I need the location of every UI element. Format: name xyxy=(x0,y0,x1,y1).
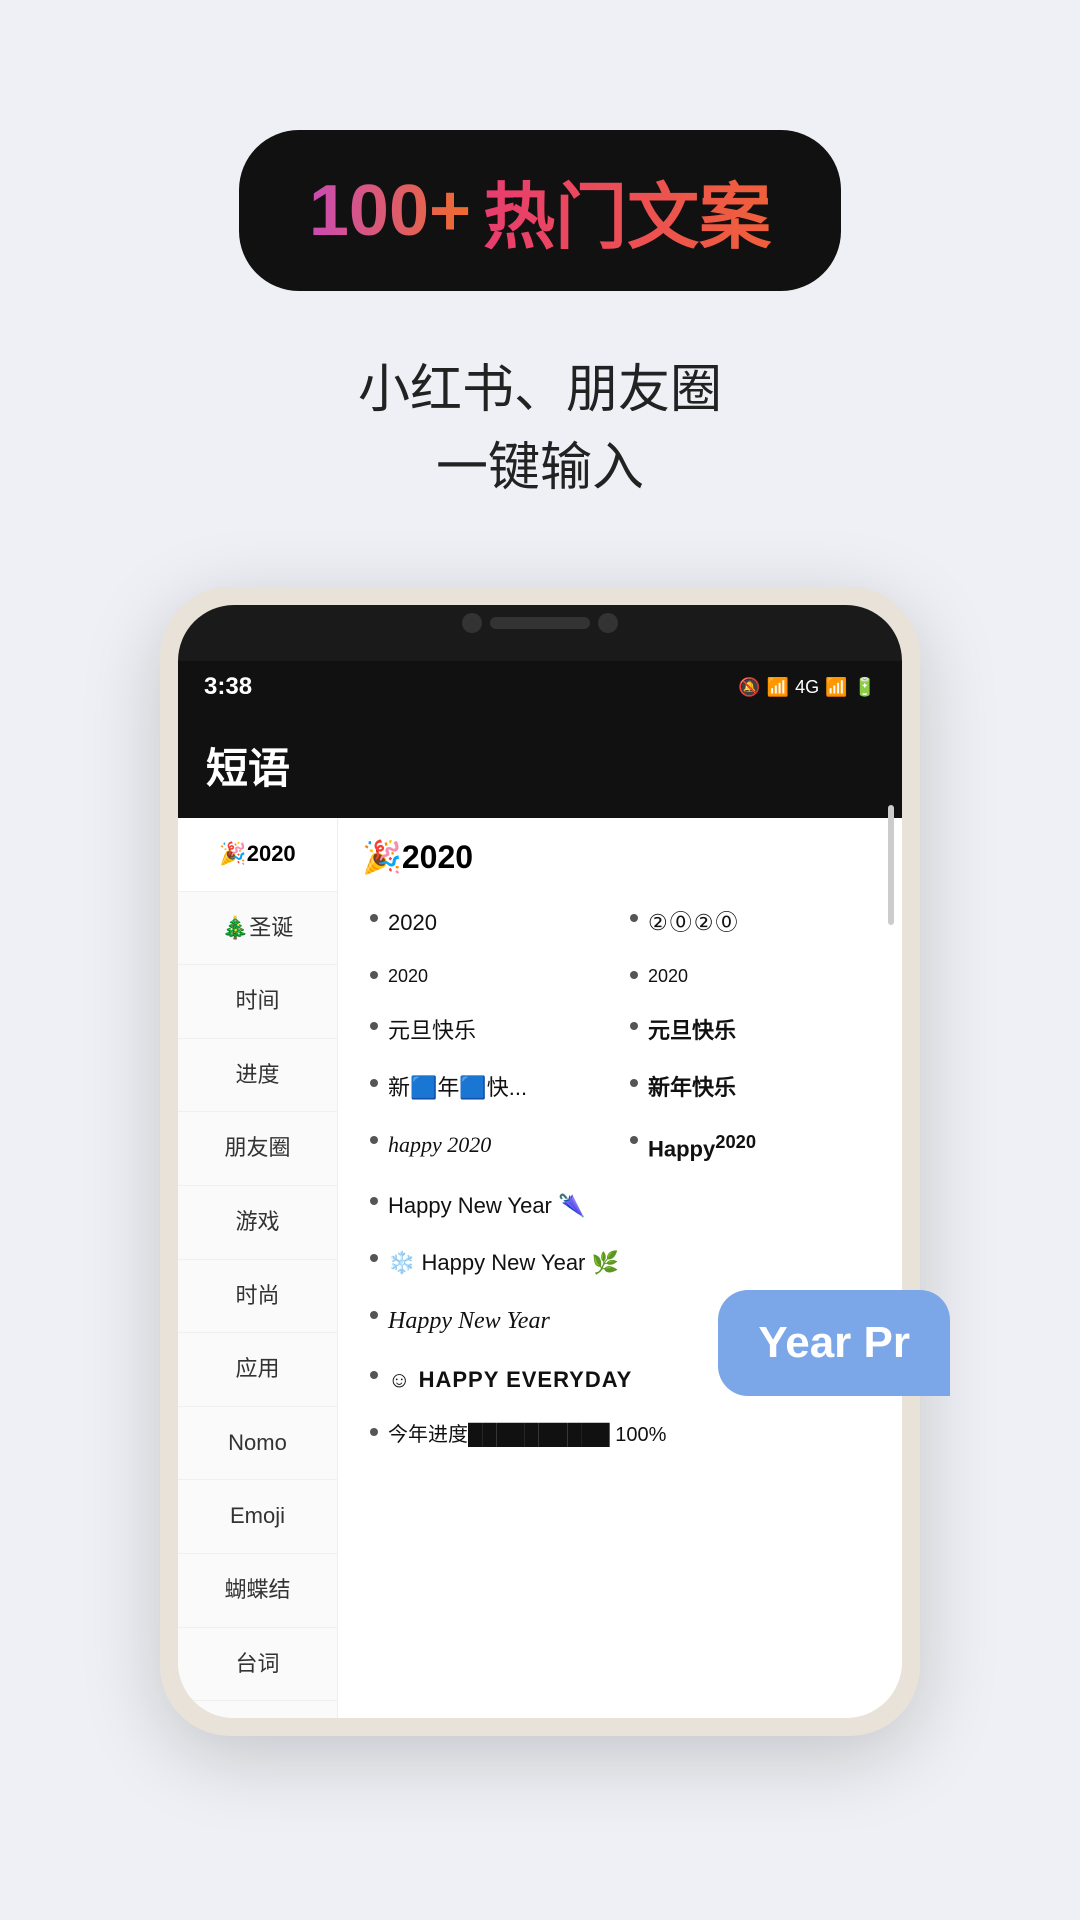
mute-icon: 🔕 xyxy=(738,677,760,698)
list-item[interactable]: 元旦快乐 xyxy=(622,1002,882,1059)
item-text: Happy2020 xyxy=(648,1128,756,1165)
status-time: 3:38 xyxy=(204,673,252,701)
bullet xyxy=(370,1254,378,1262)
wifi-icon: 📶 xyxy=(767,677,789,698)
sidebar-item-time[interactable]: 时间 xyxy=(178,965,337,1039)
tooltip-bubble: Year Pr xyxy=(718,1290,950,1396)
item-text: Happy New Year xyxy=(388,1303,550,1339)
network-label: 4G xyxy=(795,677,819,698)
list-item[interactable]: 2020 xyxy=(362,894,622,951)
bullet xyxy=(370,1311,378,1319)
signal-icon: 📶 xyxy=(825,677,847,698)
badge-number: 100+ xyxy=(309,170,471,252)
phone-inner: 3:38 🔕 📶 4G 📶 🔋 短语 🎉2020 🎄圣诞 xyxy=(178,605,902,1718)
item-text: 今年进度██████████ 100% xyxy=(388,1420,666,1450)
list-item[interactable]: 2020 xyxy=(622,951,882,1002)
item-text: 2020 xyxy=(648,963,688,990)
phone-outer: 3:38 🔕 📶 4G 📶 🔋 短语 🎉2020 🎄圣诞 xyxy=(160,587,920,1736)
camera-dot2 xyxy=(598,613,618,633)
sidebar-item-fashion[interactable]: 时尚 xyxy=(178,1260,337,1334)
list-item[interactable]: happy 2020 xyxy=(362,1116,622,1177)
content-area: 🎉2020 2020 ②⓪②⓪ xyxy=(338,818,902,1718)
list-item[interactable]: Happy2020 xyxy=(622,1116,882,1177)
item-text: 元旦快乐 xyxy=(648,1014,736,1047)
sidebar-item-2020[interactable]: 🎉2020 xyxy=(178,818,337,892)
speaker-bar xyxy=(490,617,590,629)
sidebar-item-progress[interactable]: 进度 xyxy=(178,1039,337,1113)
subtitle-line1: 小红书、朋友圈 xyxy=(358,351,722,429)
bullet xyxy=(370,1136,378,1144)
list-item[interactable]: Happy New Year 🌂 xyxy=(362,1177,882,1234)
battery-icon: 🔋 xyxy=(854,677,876,698)
sidebar-item-games[interactable]: 游戏 xyxy=(178,1186,337,1260)
list-item[interactable]: 今年进度██████████ 100% xyxy=(362,1408,882,1462)
sidebar-item-lines[interactable]: 台词 xyxy=(178,1628,337,1702)
bullet xyxy=(370,1197,378,1205)
camera-area xyxy=(462,613,618,633)
sidebar-item-emoji[interactable]: Emoji xyxy=(178,1480,337,1554)
status-bar: 3:38 🔕 📶 4G 📶 🔋 xyxy=(178,661,902,713)
phone-top-bar xyxy=(178,605,902,661)
camera-dot xyxy=(462,613,482,633)
list-item[interactable]: ②⓪②⓪ xyxy=(622,894,882,951)
item-text: Happy New Year 🌂 xyxy=(388,1189,585,1222)
bullet xyxy=(370,1079,378,1087)
list-item[interactable]: 新年快乐 xyxy=(622,1059,882,1116)
sidebar-item-apps[interactable]: 应用 xyxy=(178,1333,337,1407)
status-icons: 🔕 📶 4G 📶 🔋 xyxy=(738,677,876,698)
bullet xyxy=(370,1428,378,1436)
bullet xyxy=(370,971,378,979)
subtitle: 小红书、朋友圈 一键输入 xyxy=(358,351,722,507)
list-item[interactable]: 2020 xyxy=(362,951,622,1002)
sidebar-item-bow[interactable]: 蝴蝶结 xyxy=(178,1554,337,1628)
bullet xyxy=(630,914,638,922)
item-text: ②⓪②⓪ xyxy=(648,906,739,939)
item-text: happy 2020 xyxy=(388,1128,491,1161)
app-header: 短语 xyxy=(178,713,902,818)
sidebar-item-nomo[interactable]: Nomo xyxy=(178,1407,337,1481)
item-text: 元旦快乐 xyxy=(388,1014,476,1047)
bullet xyxy=(630,1136,638,1144)
top-badge: 100+ 热门文案 xyxy=(239,130,841,291)
item-text: 新🟦年🟦快... xyxy=(388,1071,527,1104)
item-text: 新年快乐 xyxy=(648,1071,736,1104)
scrollbar[interactable] xyxy=(888,805,894,925)
subtitle-line2: 一键输入 xyxy=(358,429,722,507)
list-item[interactable]: 新🟦年🟦快... xyxy=(362,1059,622,1116)
sidebar-item-friends[interactable]: 朋友圈 xyxy=(178,1112,337,1186)
badge-label: 热门文案 xyxy=(483,158,771,263)
sidebar-item-christmas[interactable]: 🎄圣诞 xyxy=(178,892,337,966)
app-title: 短语 xyxy=(206,735,874,796)
bullet xyxy=(370,914,378,922)
bullet xyxy=(630,971,638,979)
sidebar: 🎉2020 🎄圣诞 时间 进度 朋友圈 游戏 时尚 应用 Nomo Emoji … xyxy=(178,818,338,1718)
tooltip-text: Year Pr xyxy=(758,1318,910,1367)
app-body: 🎉2020 🎄圣诞 时间 进度 朋友圈 游戏 时尚 应用 Nomo Emoji … xyxy=(178,818,902,1718)
item-text: ❄️ Happy New Year 🌿 xyxy=(388,1246,619,1279)
section-title: 🎉2020 xyxy=(362,838,882,876)
bullet xyxy=(630,1079,638,1087)
item-text: ☺ HAPPY EVERYDAY xyxy=(388,1363,632,1396)
item-text: 2020 xyxy=(388,963,428,990)
list-item[interactable]: ❄️ Happy New Year 🌿 xyxy=(362,1234,882,1291)
list-item[interactable]: 元旦快乐 xyxy=(362,1002,622,1059)
bullet xyxy=(370,1022,378,1030)
bullet xyxy=(370,1371,378,1379)
item-text: 2020 xyxy=(388,906,437,939)
bullet xyxy=(630,1022,638,1030)
phone-mockup: 3:38 🔕 📶 4G 📶 🔋 短语 🎉2020 🎄圣诞 xyxy=(160,587,920,1736)
